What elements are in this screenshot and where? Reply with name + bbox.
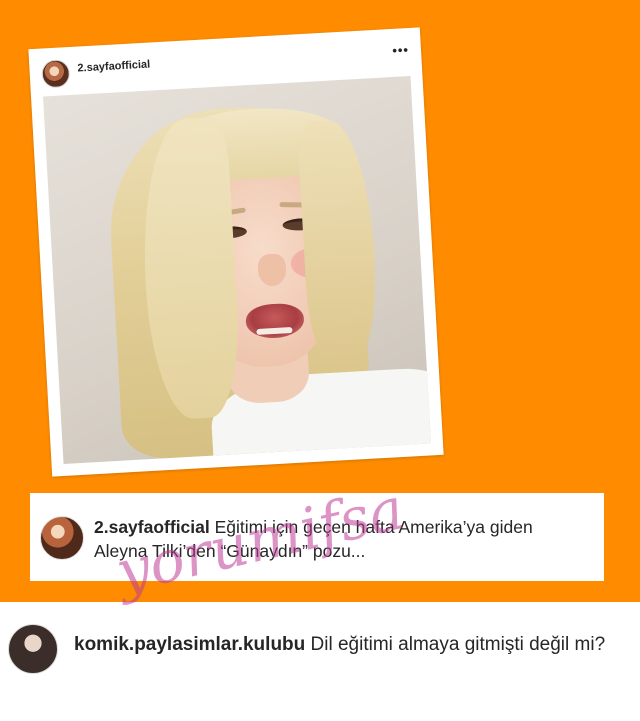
caption-username[interactable]: 2.sayfaofficial — [94, 517, 210, 537]
comment-username[interactable]: komik.paylasimlar.kulubu — [74, 634, 305, 655]
comment-text-block: komik.paylasimlar.kulubu Dil eğitimi alm… — [74, 632, 610, 658]
post-photo[interactable] — [43, 75, 431, 464]
post-username[interactable]: 2.sayfaofficial — [77, 59, 150, 75]
more-horizontal-icon[interactable]: ••• — [392, 42, 409, 58]
post-avatar[interactable] — [41, 59, 71, 89]
comment-body: Dil eğitimi almaya gitmişti değil mi? — [310, 634, 606, 655]
caption-comment: 2.sayfaofficial Eğitimi için geçen hafta… — [30, 493, 604, 581]
instagram-post-card: 2.sayfaofficial ••• — [28, 27, 444, 477]
comment-avatar[interactable] — [8, 624, 58, 674]
user-comment: komik.paylasimlar.kulubu Dil eğitimi alm… — [0, 602, 640, 721]
caption-avatar[interactable] — [40, 516, 84, 560]
caption-text-block: 2.sayfaofficial Eğitimi için geçen hafta… — [94, 515, 588, 563]
